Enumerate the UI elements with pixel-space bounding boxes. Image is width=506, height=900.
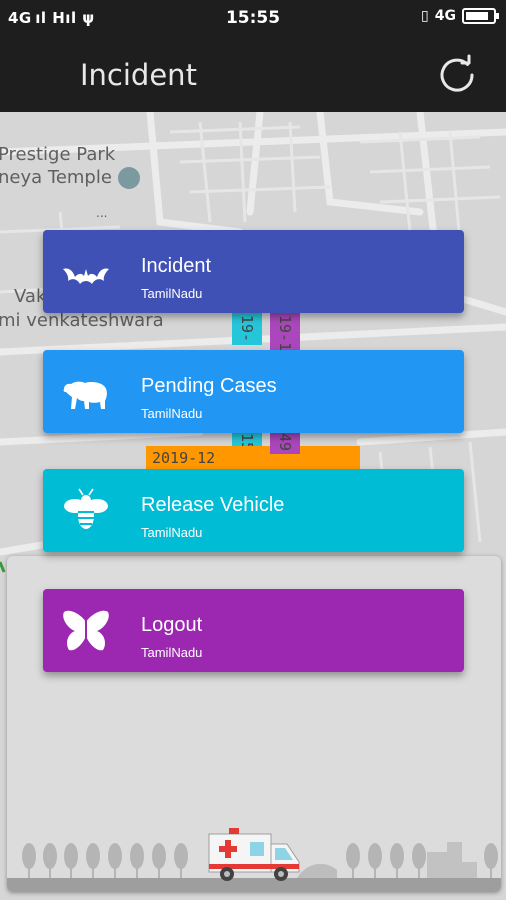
app-bar: Incident: [0, 36, 506, 112]
bee-icon: [64, 488, 108, 529]
battery-icon: [462, 8, 499, 24]
release-vehicle-card-subtitle: TamilNadu: [141, 525, 203, 540]
map-pin[interactable]: 19-: [232, 312, 262, 346]
map-label-vak: Vak: [14, 286, 47, 307]
incident-card-title: Incident: [141, 255, 212, 277]
logout-card-title: Logout: [141, 614, 203, 636]
ambulance-scene-illustration: [7, 828, 501, 892]
map-pin[interactable]: 49: [270, 430, 300, 455]
map-label-dots: ...: [96, 206, 108, 220]
map-label-temple: neya Temple: [0, 167, 112, 188]
status-right: ▯ 4G: [421, 8, 499, 24]
polar-bear-icon: [63, 381, 107, 409]
status-bar: 4G ıl Hıl ψ 15:55 ▯ 4G: [0, 0, 506, 36]
vibrate-icon: ▯: [421, 8, 429, 24]
ambulance-icon: [208, 828, 300, 881]
incident-card-subtitle: TamilNadu: [141, 286, 203, 301]
map-pin[interactable]: 19-1: [270, 312, 300, 355]
refresh-button[interactable]: [434, 52, 480, 98]
pending-cases-card[interactable]: Pending Cases TamilNadu: [43, 350, 464, 433]
bat-icon: [63, 268, 109, 284]
page-title: Incident: [80, 58, 197, 92]
pending-cases-card-title: Pending Cases: [141, 375, 277, 397]
butterfly-icon: [63, 610, 109, 651]
map-label-venkateshwara: mi venkateshwara: [0, 310, 164, 331]
incident-card[interactable]: Incident TamilNadu: [43, 230, 464, 313]
pending-cases-card-subtitle: TamilNadu: [141, 406, 203, 421]
network-type: 4G: [434, 8, 456, 24]
refresh-icon: [440, 54, 474, 92]
release-vehicle-card[interactable]: Release Vehicle TamilNadu: [43, 469, 464, 552]
logout-card[interactable]: Logout TamilNadu: [43, 589, 464, 672]
release-vehicle-card-title: Release Vehicle: [141, 494, 285, 516]
map-label-prestige-park: Prestige Park: [0, 144, 116, 165]
logout-card-subtitle: TamilNadu: [141, 645, 203, 660]
